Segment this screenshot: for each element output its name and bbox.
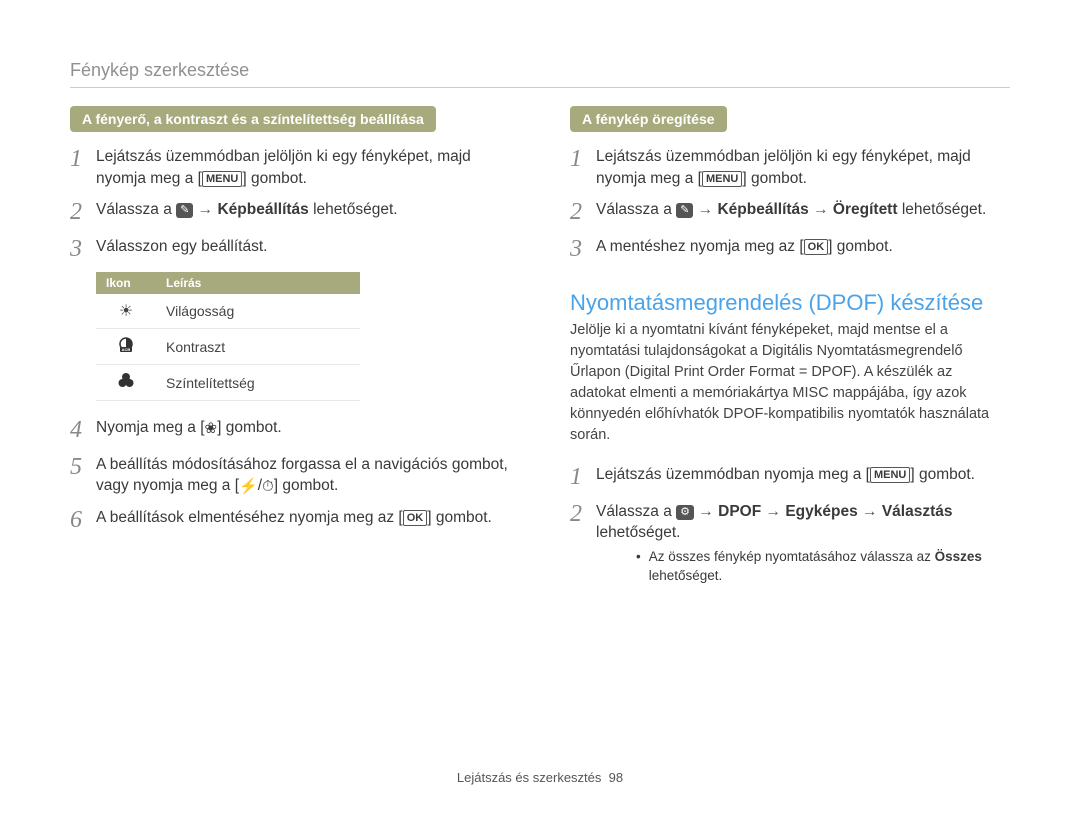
step-number: 2 xyxy=(70,199,96,225)
section-paragraph: Jelölje ki a nyomtatni kívánt fényképeke… xyxy=(570,320,1010,446)
step-text: A beállítások elmentéséhez nyomja meg az… xyxy=(96,507,510,529)
step-text: A mentéshez nyomja meg az [OK] gombot. xyxy=(596,236,1010,258)
brightness-icon: ☀ xyxy=(96,294,156,329)
macro-icon: ❀ xyxy=(205,418,218,439)
menu-button-label: MENU xyxy=(870,467,910,483)
svg-text:ACB: ACB xyxy=(122,347,131,352)
step-number: 5 xyxy=(70,454,96,480)
step-number: 2 xyxy=(570,199,596,225)
table-row: ACB Kontraszt xyxy=(96,329,360,365)
sub-bullet: • Az összes fénykép nyomtatásához válass… xyxy=(636,548,1010,586)
table-row: ☀ Világosság xyxy=(96,294,360,329)
section-heading-dpof: Nyomtatásmegrendelés (DPOF) készítése xyxy=(570,290,1010,316)
step-text: Nyomja meg a [❀] gombot. xyxy=(96,417,510,439)
contrast-icon: ACB xyxy=(96,329,156,365)
table-row: Színtelítettség xyxy=(96,365,360,401)
ok-button-label: OK xyxy=(403,510,428,526)
step-number: 3 xyxy=(570,236,596,262)
options-table: Ikon Leírás ☀ Világosság ACB Kontraszt xyxy=(96,272,360,401)
flash-icon: ⚡ xyxy=(239,476,258,497)
step-text: A beállítás módosításához forgassa el a … xyxy=(96,454,510,498)
step-number: 4 xyxy=(70,417,96,443)
table-header-icon: Ikon xyxy=(96,272,156,294)
row-label: Kontraszt xyxy=(156,329,360,365)
step-number: 1 xyxy=(570,464,596,490)
step-text: Lejátszás üzemmódban nyomja meg a [MENU]… xyxy=(596,464,1010,486)
step-number: 1 xyxy=(570,146,596,172)
left-column: A fényerő, a kontraszt és a színtelített… xyxy=(70,106,510,760)
timer-icon: ⏱ xyxy=(262,476,274,497)
edit-icon: ✎ xyxy=(676,203,693,218)
step-text: Válassza a ✎ → Képbeállítás lehetőséget. xyxy=(96,199,510,221)
row-label: Színtelítettség xyxy=(156,365,360,401)
breadcrumb: Fénykép szerkesztése xyxy=(70,60,1010,88)
saturation-icon xyxy=(96,365,156,401)
row-label: Világosság xyxy=(156,294,360,329)
step-text: Válassza a ✎ → Képbeállítás → Öregített … xyxy=(596,199,1010,221)
ok-button-label: OK xyxy=(804,239,829,255)
page-footer: Lejátszás és szerkesztés 98 xyxy=(70,760,1010,785)
step-text: Lejátszás üzemmódban jelöljön ki egy fén… xyxy=(596,146,1010,189)
step-number: 2 xyxy=(570,501,596,527)
settings-icon: ⚙ xyxy=(676,505,694,520)
menu-button-label: MENU xyxy=(702,171,742,187)
step-number: 6 xyxy=(70,507,96,533)
menu-button-label: MENU xyxy=(202,171,242,187)
step-text: Válassza a ⚙ → DPOF → Egyképes → Választ… xyxy=(596,501,1010,586)
edit-icon: ✎ xyxy=(176,203,193,218)
step-text: Lejátszás üzemmódban jelöljön ki egy fén… xyxy=(96,146,510,189)
section-pill-adjust: A fényerő, a kontraszt és a színtelített… xyxy=(70,106,436,132)
step-number: 1 xyxy=(70,146,96,172)
right-column: A fénykép öregítése 1 Lejátszás üzemmódb… xyxy=(570,106,1010,760)
step-number: 3 xyxy=(70,236,96,262)
section-pill-aging: A fénykép öregítése xyxy=(570,106,727,132)
table-header-desc: Leírás xyxy=(156,272,360,294)
step-text: Válasszon egy beállítást. xyxy=(96,236,510,258)
